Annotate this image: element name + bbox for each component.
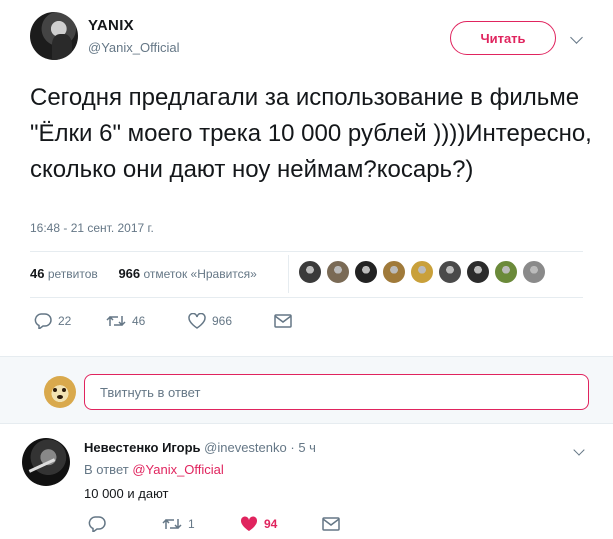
retweet-icon <box>106 315 126 327</box>
retweet-count: 46 <box>132 314 146 328</box>
reply-icon <box>34 313 52 329</box>
author-avatar[interactable] <box>30 12 78 60</box>
tweet-text: Сегодня предлагали за использование в фи… <box>30 84 592 183</box>
like-button[interactable]: 94 <box>240 516 322 532</box>
dot-separator: · <box>290 440 295 455</box>
retweet-button[interactable]: 46 <box>106 313 188 329</box>
retweet-count: 1 <box>188 517 195 531</box>
follow-button[interactable]: Читать <box>450 21 556 55</box>
like-count: 94 <box>264 517 278 531</box>
author-handle[interactable]: @Yanix_Official <box>88 40 179 55</box>
tweet-timestamp[interactable]: 16:48 - 21 сент. 2017 г. <box>30 221 154 235</box>
reply-time[interactable]: 5 ч <box>298 440 316 455</box>
liker-avatar[interactable] <box>382 260 406 284</box>
heart-filled-icon <box>240 516 258 531</box>
liker-avatar[interactable] <box>522 260 546 284</box>
envelope-icon <box>322 517 340 531</box>
direct-message-button[interactable] <box>274 314 292 328</box>
author-name[interactable]: YANIX <box>88 17 134 34</box>
divider <box>288 255 289 293</box>
retweets-count[interactable]: 46 <box>30 266 44 281</box>
chevron-down-icon[interactable] <box>570 31 583 44</box>
liker-avatar[interactable] <box>354 260 378 284</box>
tweet-actions: 22 46 966 <box>34 313 292 329</box>
in-reply-to: В ответ @Yanix_Official <box>84 462 224 477</box>
liker-avatar[interactable] <box>494 260 518 284</box>
likes-label[interactable]: отметок «Нравится» <box>143 267 256 281</box>
likes-count[interactable]: 966 <box>118 266 140 281</box>
reply-icon <box>88 516 106 532</box>
heart-icon <box>188 313 206 329</box>
divider <box>30 297 583 298</box>
reply-button[interactable]: 22 <box>34 313 106 329</box>
reply-author-avatar[interactable] <box>22 438 70 486</box>
in-reply-prefix: В ответ <box>84 462 129 477</box>
reply-author-name[interactable]: Невестенко Игорь <box>84 440 201 455</box>
chevron-down-icon[interactable] <box>573 444 585 456</box>
reply-button[interactable] <box>88 516 162 532</box>
reply-header: Невестенко Игорь @inevestenko · 5 ч <box>84 440 316 455</box>
reply-count: 22 <box>58 314 72 328</box>
retweets-label[interactable]: ретвитов <box>48 267 98 281</box>
envelope-icon <box>274 314 292 328</box>
current-user-avatar[interactable] <box>44 376 76 408</box>
liker-avatar[interactable] <box>466 260 490 284</box>
liker-avatar[interactable] <box>438 260 462 284</box>
reply-input[interactable]: Твитнуть в ответ <box>84 374 589 410</box>
like-button[interactable]: 966 <box>188 313 274 329</box>
liker-avatar[interactable] <box>410 260 434 284</box>
liker-avatar[interactable] <box>298 260 322 284</box>
reply-author-handle[interactable]: @inevestenko <box>204 440 287 455</box>
liker-avatar[interactable] <box>326 260 350 284</box>
reply-actions: 1 94 <box>88 516 340 532</box>
tweet-stats: 46 ретвитов 966 отметок «Нравится» <box>30 266 257 281</box>
reply-text: 10 000 и дают <box>84 486 169 501</box>
like-count: 966 <box>212 314 233 328</box>
direct-message-button[interactable] <box>322 517 340 531</box>
retweet-icon <box>162 518 182 530</box>
likers-avatars <box>298 260 546 284</box>
divider <box>30 251 583 252</box>
in-reply-to-link[interactable]: @Yanix_Official <box>132 462 223 477</box>
retweet-button[interactable]: 1 <box>162 516 240 532</box>
